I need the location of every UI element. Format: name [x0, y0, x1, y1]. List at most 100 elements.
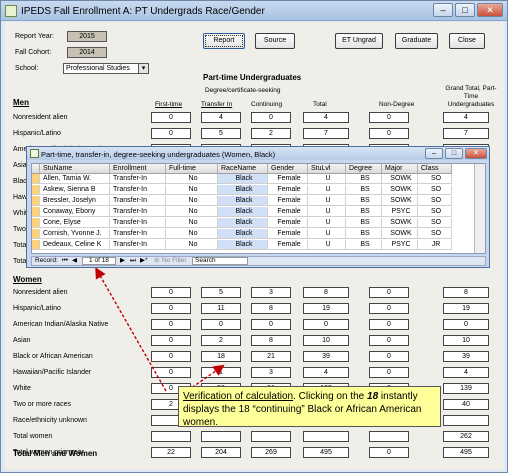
women-cell[interactable]: 8 [251, 303, 291, 314]
grid-cell[interactable]: Transfer-In [110, 229, 166, 239]
filter-status[interactable]: No Filter [162, 257, 187, 265]
women-cell[interactable]: 8 [251, 335, 291, 346]
et-ungrad-button[interactable]: ET Ungrad [335, 33, 383, 49]
women-cell[interactable]: 10 [303, 335, 349, 346]
grid-cell[interactable]: SO [418, 196, 452, 206]
grid-cell[interactable]: BS [346, 185, 382, 195]
close-window-button[interactable]: ✕ [477, 3, 503, 17]
women-cell[interactable] [151, 431, 191, 442]
grid-cell[interactable]: SO [418, 218, 452, 228]
women-cell[interactable]: 0 [151, 335, 191, 346]
grid-cell[interactable]: U [308, 218, 346, 228]
women-cell[interactable]: 21 [251, 351, 291, 362]
women-cell[interactable]: 0 [303, 319, 349, 330]
grid-cell[interactable]: No [166, 218, 218, 228]
women-cell[interactable]: 39 [303, 351, 349, 362]
grid-cell[interactable]: BS [346, 207, 382, 217]
nav-next-icon[interactable]: ▶ [120, 257, 125, 265]
grid-cell[interactable]: No [166, 240, 218, 250]
grand-total-cell[interactable]: 204 [201, 447, 241, 458]
graduate-button[interactable]: Graduate [395, 33, 438, 49]
grid-header[interactable]: Degree [346, 164, 382, 174]
row-selector[interactable] [32, 229, 40, 239]
grid-cell[interactable]: U [308, 207, 346, 217]
women-cell[interactable]: 0 [151, 319, 191, 330]
grand-total-cell[interactable]: 269 [251, 447, 291, 458]
grid-cell[interactable]: Transfer-In [110, 240, 166, 250]
grid-cell[interactable]: No [166, 229, 218, 239]
women-cell[interactable]: 262 [443, 431, 489, 442]
women-cell[interactable]: 0 [369, 303, 409, 314]
men-cell[interactable]: 7 [443, 128, 489, 139]
men-cell[interactable]: 0 [369, 128, 409, 139]
grid-scrollbar[interactable] [474, 164, 485, 253]
women-cell[interactable]: 2 [201, 335, 241, 346]
men-cell[interactable]: 2 [251, 128, 291, 139]
grand-total-cell[interactable]: 22 [151, 447, 191, 458]
minimize-button[interactable]: – [433, 3, 453, 17]
grid-cell[interactable]: Female [268, 185, 308, 195]
grid-cell[interactable]: Black [218, 207, 268, 217]
grid-header[interactable]: Gender [268, 164, 308, 174]
source-button[interactable]: Source [255, 33, 295, 49]
grid-cell[interactable]: BS [346, 229, 382, 239]
grid-cell[interactable]: Transfer-In [110, 218, 166, 228]
grid-cell[interactable]: Cornish, Yvonne J. [40, 229, 110, 239]
women-cell[interactable]: 8 [443, 287, 489, 298]
women-cell[interactable]: 8 [303, 287, 349, 298]
grid-cell[interactable]: SO [418, 229, 452, 239]
women-cell[interactable]: 0 [151, 287, 191, 298]
grid-cell[interactable]: U [308, 174, 346, 184]
women-cell[interactable]: 0 [369, 367, 409, 378]
grid-cell[interactable]: U [308, 196, 346, 206]
grid-cell[interactable]: Transfer-In [110, 185, 166, 195]
grid-cell[interactable]: Dedeaux, Celine K [40, 240, 110, 250]
grid-cell[interactable]: Transfer-In [110, 196, 166, 206]
grid-cell[interactable]: Black [218, 196, 268, 206]
grid-cell[interactable]: Transfer-In [110, 207, 166, 217]
grid-cell[interactable]: Cone, Elyse [40, 218, 110, 228]
women-cell[interactable]: 0 [369, 351, 409, 362]
grid-cell[interactable]: PSYC [382, 240, 418, 250]
women-cell[interactable]: 39 [443, 351, 489, 362]
men-cell[interactable]: 0 [251, 112, 291, 123]
grid-cell[interactable]: JR [418, 240, 452, 250]
women-cell[interactable]: 4 [303, 367, 349, 378]
row-selector[interactable] [32, 174, 40, 184]
grid-cell[interactable]: SOWK [382, 229, 418, 239]
grid-cell[interactable]: U [308, 185, 346, 195]
grid-cell[interactable]: Allen, Tamia W. [40, 174, 110, 184]
grid-cell[interactable]: Female [268, 174, 308, 184]
grid-cell[interactable]: SOWK [382, 174, 418, 184]
grid-cell[interactable]: PSYC [382, 207, 418, 217]
women-cell[interactable]: 40 [443, 399, 489, 410]
grid-cell[interactable]: Bressler, Joselyn [40, 196, 110, 206]
women-cell[interactable] [369, 431, 409, 442]
grid-cell[interactable]: BS [346, 218, 382, 228]
women-cell[interactable] [251, 431, 291, 442]
nav-first-icon[interactable]: ⏮ [62, 257, 68, 265]
grid-cell[interactable]: U [308, 229, 346, 239]
grid-cell[interactable]: BS [346, 240, 382, 250]
women-cell[interactable]: 5 [201, 287, 241, 298]
nav-prev-icon[interactable]: ◀ [72, 257, 77, 265]
women-cell[interactable]: 0 [369, 287, 409, 298]
grid-header[interactable]: Class [418, 164, 452, 174]
grid-cell[interactable]: SO [418, 174, 452, 184]
women-cell[interactable]: 10 [443, 335, 489, 346]
men-cell[interactable]: 4 [201, 112, 241, 123]
women-cell[interactable]: 0 [251, 319, 291, 330]
fall-cohort-field[interactable]: 2014 [67, 47, 107, 58]
grand-total-cell[interactable]: 495 [443, 447, 489, 458]
report-button[interactable]: Report [203, 33, 245, 49]
men-cell[interactable]: 0 [151, 128, 191, 139]
row-selector[interactable] [32, 240, 40, 250]
men-cell[interactable]: 4 [443, 112, 489, 123]
grid-cell[interactable]: Askew, Sienna B [40, 185, 110, 195]
grid-cell[interactable]: SOWK [382, 185, 418, 195]
record-position[interactable]: 1 of 18 [82, 257, 116, 265]
men-cell[interactable]: 4 [303, 112, 349, 123]
grid-header[interactable]: RaceName [218, 164, 268, 174]
grid-cell[interactable]: BS [346, 196, 382, 206]
grid-cell[interactable]: Transfer-In [110, 174, 166, 184]
